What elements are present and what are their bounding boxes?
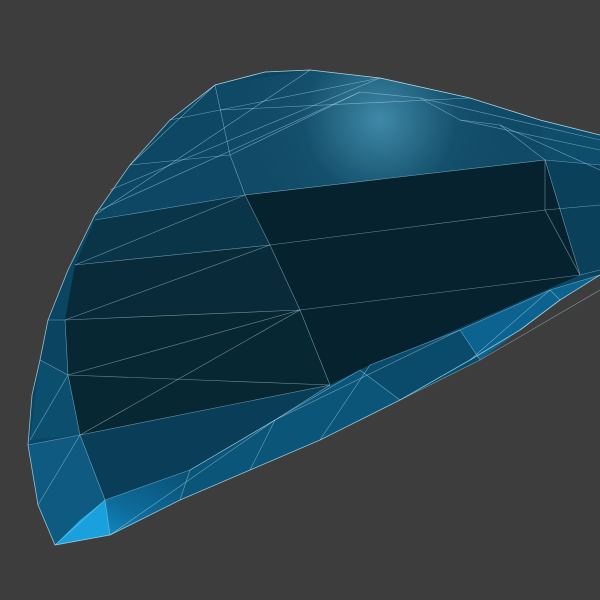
3d-viewport[interactable]: [0, 0, 600, 600]
mesh-render: [27, 69, 600, 546]
